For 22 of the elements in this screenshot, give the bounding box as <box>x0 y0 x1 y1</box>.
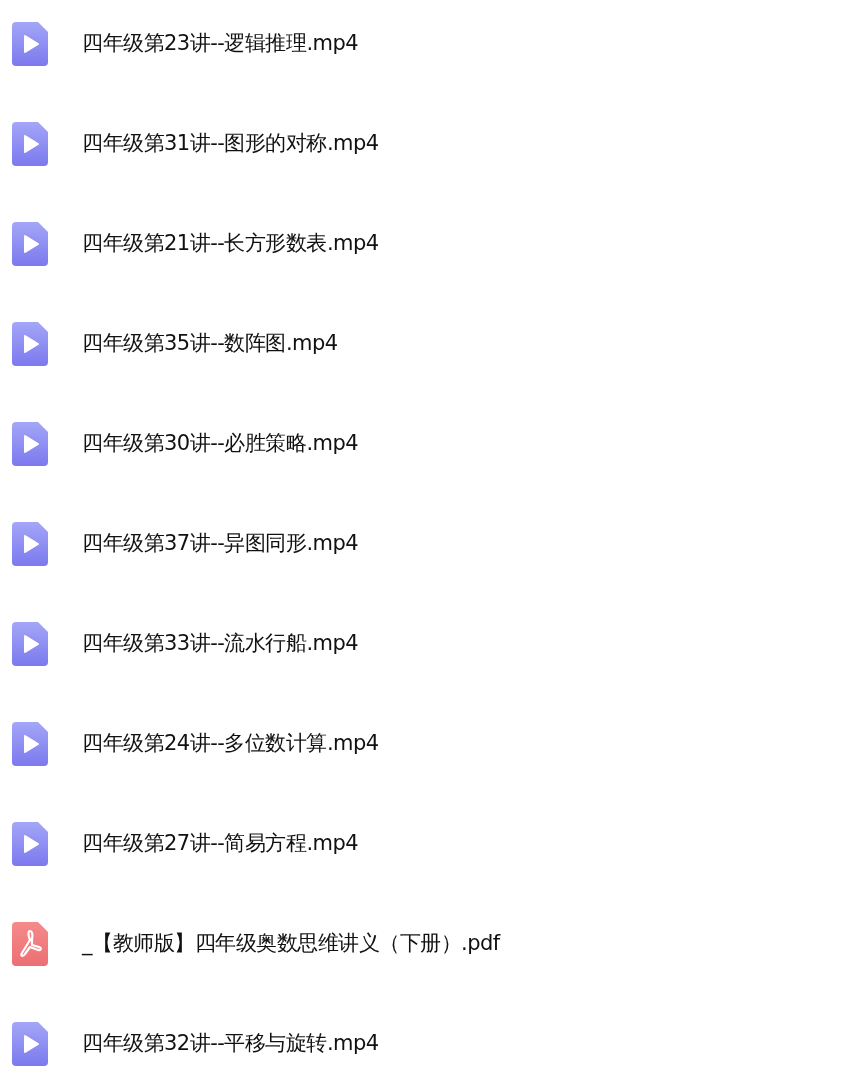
file-name[interactable]: 四年级第30讲--必胜策略.mp4 <box>82 428 359 460</box>
file-name[interactable]: 四年级第27讲--简易方程.mp4 <box>82 828 359 860</box>
file-name[interactable]: 四年级第33讲--流水行船.mp4 <box>82 628 359 660</box>
play-file-icon <box>12 522 48 566</box>
play-file-icon <box>12 222 48 266</box>
file-name[interactable]: 四年级第35讲--数阵图.mp4 <box>82 328 338 360</box>
file-name[interactable]: 四年级第23讲--逻辑推理.mp4 <box>82 28 359 60</box>
play-file-icon <box>12 622 48 666</box>
file-name[interactable]: 四年级第31讲--图形的对称.mp4 <box>82 128 379 160</box>
file-name[interactable]: 四年级第24讲--多位数计算.mp4 <box>82 728 379 760</box>
play-file-icon <box>12 122 48 166</box>
play-file-icon <box>12 322 48 366</box>
pdf-file-icon <box>12 922 48 966</box>
file-name[interactable]: 四年级第32讲--平移与旋转.mp4 <box>82 1028 379 1060</box>
file-name[interactable]: 四年级第21讲--长方形数表.mp4 <box>82 228 379 260</box>
file-name[interactable]: 四年级第37讲--异图同形.mp4 <box>82 528 359 560</box>
play-file-icon <box>12 422 48 466</box>
file-name[interactable]: _【教师版】四年级奥数思维讲义（下册）.pdf <box>82 928 500 960</box>
play-file-icon <box>12 22 48 66</box>
play-file-icon <box>12 1022 48 1066</box>
play-file-icon <box>12 722 48 766</box>
play-file-icon <box>12 822 48 866</box>
